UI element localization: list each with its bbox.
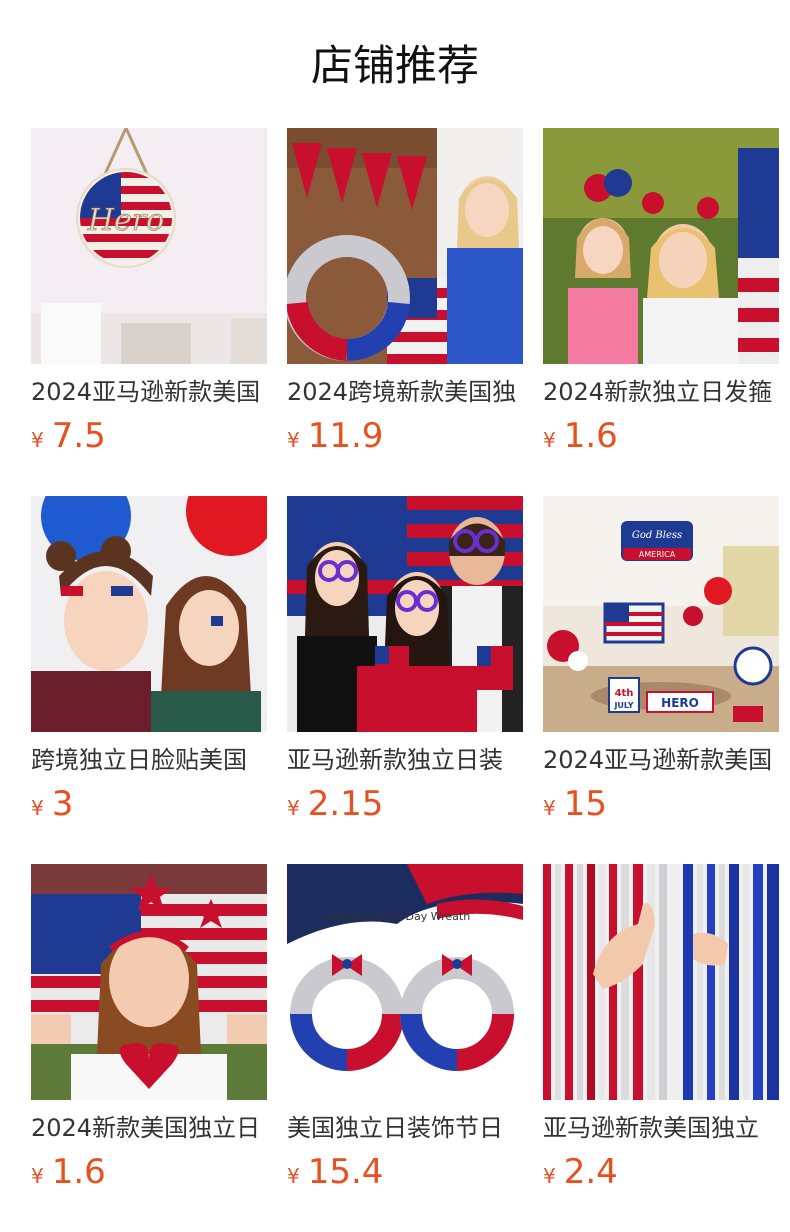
product-price: ¥11.9 (287, 414, 383, 458)
price-amount: 3 (51, 784, 74, 824)
svg-text:God Bless: God Bless (632, 530, 682, 541)
sign-text: Hero (87, 203, 164, 238)
svg-text:JULY: JULY (613, 701, 633, 710)
svg-text:HERO: HERO (661, 696, 699, 710)
product-card[interactable]: 2024新款美国独立日 ¥1.6 (31, 864, 267, 1204)
currency-symbol: ¥ (31, 796, 44, 820)
currency-symbol: ¥ (287, 796, 300, 820)
product-card[interactable]: 2024跨境新款美国独 ¥11.9 (287, 128, 523, 468)
product-price: ¥2.4 (543, 1150, 618, 1194)
price-amount: 15 (563, 784, 607, 824)
product-name[interactable]: 2024新款独立日发箍 (543, 372, 779, 412)
product-image[interactable]: Hero (31, 128, 267, 364)
currency-symbol: ¥ (287, 1164, 300, 1188)
product-card[interactable]: Independence Day Wreath 美国独立日装饰节日 ¥15.4 (287, 864, 523, 1204)
product-card[interactable]: 亚马逊新款美国独立 ¥2.4 (543, 864, 779, 1204)
currency-symbol: ¥ (31, 428, 44, 452)
price-amount: 15.4 (307, 1152, 384, 1192)
product-name[interactable]: 美国独立日装饰节日 (287, 1108, 523, 1148)
currency-symbol: ¥ (31, 1164, 44, 1188)
product-card[interactable]: 亚马逊新款独立日装 ¥2.15 (287, 496, 523, 836)
price-amount: 1.6 (563, 416, 618, 456)
currency-symbol: ¥ (287, 428, 300, 452)
svg-text:AMERICA: AMERICA (639, 550, 676, 559)
product-price: ¥2.15 (287, 782, 383, 826)
price-amount: 2.15 (307, 784, 384, 824)
svg-text:4th: 4th (615, 688, 634, 699)
product-name[interactable]: 2024亚马逊新款美国 (31, 372, 267, 412)
product-image[interactable] (287, 496, 523, 732)
price-amount: 1.6 (51, 1152, 106, 1192)
product-name[interactable]: 2024跨境新款美国独 (287, 372, 523, 412)
currency-symbol: ¥ (543, 428, 556, 452)
product-card[interactable]: 2024新款独立日发箍 ¥1.6 (543, 128, 779, 468)
product-name[interactable]: 2024亚马逊新款美国 (543, 740, 779, 780)
product-name[interactable]: 2024新款美国独立日 (31, 1108, 267, 1148)
product-image[interactable] (287, 128, 523, 364)
product-price: ¥3 (31, 782, 73, 826)
product-price: ¥1.6 (543, 414, 618, 458)
product-name[interactable]: 跨境独立日脸贴美国 (31, 740, 267, 780)
page-title: 店铺推荐 (310, 41, 479, 90)
product-name[interactable]: 亚马逊新款美国独立 (543, 1108, 779, 1148)
product-image[interactable] (543, 128, 779, 364)
product-image[interactable] (543, 864, 779, 1100)
product-name[interactable]: 亚马逊新款独立日装 (287, 740, 523, 780)
product-price: ¥1.6 (31, 1150, 106, 1194)
currency-symbol: ¥ (543, 1164, 556, 1188)
product-image[interactable]: God Bless AMERICA 4th JULY HERO (543, 496, 779, 732)
product-price: ¥15 (543, 782, 607, 826)
product-image[interactable] (31, 496, 267, 732)
currency-symbol: ¥ (543, 796, 556, 820)
wreath-banner-text: Independence Day Wreath (324, 910, 470, 923)
product-card[interactable]: God Bless AMERICA 4th JULY HERO 2024亚马逊新… (543, 496, 779, 836)
product-image[interactable]: Independence Day Wreath (287, 864, 523, 1100)
product-image[interactable] (31, 864, 267, 1100)
product-card[interactable]: 跨境独立日脸贴美国 ¥3 (31, 496, 267, 836)
price-amount: 7.5 (51, 416, 106, 456)
price-amount: 2.4 (563, 1152, 618, 1192)
product-card[interactable]: Hero 2024亚马逊新款美国 ¥7.5 (31, 128, 267, 468)
product-price: ¥7.5 (31, 414, 106, 458)
price-amount: 11.9 (307, 416, 384, 456)
product-price: ¥15.4 (287, 1150, 383, 1194)
